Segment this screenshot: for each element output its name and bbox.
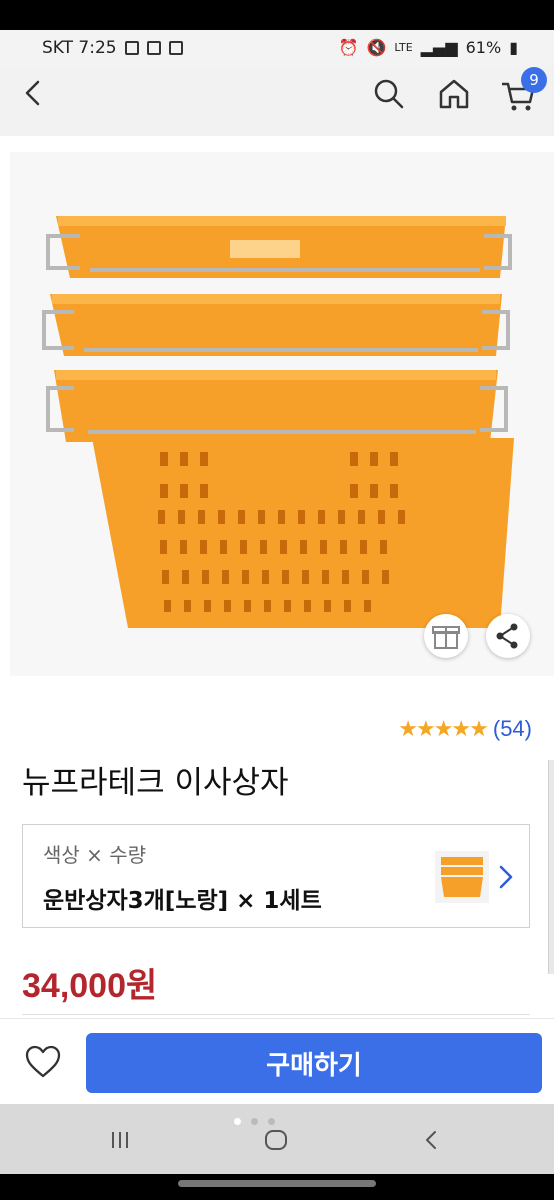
- search-icon[interactable]: [372, 77, 406, 111]
- status-bar: SKT 7:25 ⏰ 🔇 LTE ▂▄▆ 61% ▮: [0, 30, 554, 66]
- status-left: SKT 7:25: [42, 38, 183, 58]
- product-image[interactable]: [10, 152, 554, 676]
- alarm-icon: ⏰: [338, 38, 359, 57]
- buy-button-label: 구매하기: [266, 1050, 362, 1081]
- chevron-right-icon: [499, 865, 513, 889]
- heart-icon[interactable]: [24, 1045, 62, 1079]
- option-selector[interactable]: 색상 × 수량 운반상자3개[노랑] × 1세트: [22, 824, 530, 928]
- record-icon: [168, 41, 183, 55]
- share-icon: [496, 623, 518, 649]
- rating-stars-icon: ★★★★★: [398, 716, 489, 742]
- cart-badge: 9: [521, 67, 547, 93]
- home-icon[interactable]: [437, 77, 471, 111]
- bottom-action-bar: 구매하기: [0, 1018, 554, 1105]
- notification-icon: [146, 41, 161, 55]
- option-value: 운반상자3개[노랑] × 1세트: [43, 888, 322, 914]
- review-count[interactable]: (54): [493, 716, 532, 742]
- product-title: 뉴프라테크 이사상자: [22, 765, 289, 801]
- section-divider: [22, 1014, 530, 1015]
- system-back-icon[interactable]: [420, 1128, 444, 1152]
- cart-badge-count: 9: [529, 71, 539, 89]
- gift-icon: [432, 626, 460, 649]
- mute-icon: 🔇: [366, 38, 387, 57]
- option-label: 색상 × 수량: [43, 843, 147, 867]
- app-header: 9: [0, 66, 554, 136]
- home-indicator: [178, 1180, 376, 1187]
- status-right: ⏰ 🔇 LTE ▂▄▆ 61% ▮: [339, 38, 518, 57]
- scroll-indicator[interactable]: [548, 760, 554, 974]
- page-dots: [234, 1118, 275, 1125]
- home-button-icon[interactable]: [262, 1126, 290, 1154]
- system-nav-bar: [0, 1104, 554, 1174]
- device-bottom-edge: [0, 1174, 554, 1200]
- share-button[interactable]: [486, 614, 530, 658]
- option-thumbnail: [435, 851, 489, 903]
- signal-icon: ▂▄▆: [420, 38, 458, 57]
- rating[interactable]: ★★★★★ (54): [398, 716, 532, 742]
- product-price: 34,000원: [22, 967, 158, 1005]
- gallery-icon: [124, 41, 139, 55]
- gift-button[interactable]: [424, 614, 468, 658]
- device-top-edge: [0, 0, 554, 30]
- status-time: SKT 7:25: [42, 38, 117, 58]
- buy-button[interactable]: 구매하기: [86, 1033, 542, 1093]
- battery-icon: ▮: [509, 38, 518, 57]
- crate-stack-illustration: [42, 216, 514, 628]
- network-label: LTE: [394, 41, 413, 54]
- battery-label: 61%: [465, 38, 502, 57]
- recent-apps-icon[interactable]: [108, 1128, 132, 1152]
- back-icon[interactable]: [18, 78, 48, 108]
